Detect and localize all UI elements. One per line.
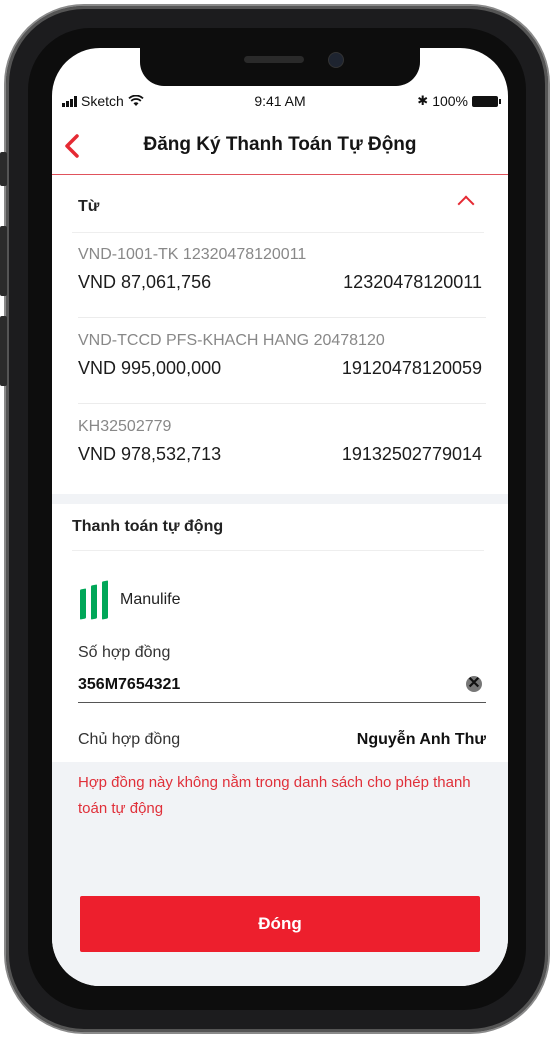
account-balance: VND 87,061,756	[78, 272, 212, 292]
auto-pay-title: Thanh toán tự động	[72, 518, 224, 535]
error-message: Hợp đồng này không nằm trong danh sách c…	[78, 774, 471, 817]
divider	[72, 550, 484, 551]
page-title: Đăng Ký Thanh Toán Tự Động	[143, 134, 417, 155]
volume-up-button	[0, 226, 7, 296]
contract-number-field[interactable]: 356M7654321 ✕	[78, 676, 486, 703]
account-name: VND-1001-TK 12320478120011	[78, 246, 307, 263]
volume-down-button	[0, 316, 7, 386]
nav-bar: Đăng Ký Thanh Toán Tự Động	[52, 120, 508, 175]
speaker	[244, 56, 304, 63]
from-label: Từ	[78, 198, 100, 215]
battery-label: 100%	[432, 93, 468, 109]
notch	[140, 48, 420, 86]
provider-row: Manulife	[80, 580, 180, 620]
from-header[interactable]: Từ	[72, 176, 484, 233]
mute-switch	[0, 152, 7, 186]
account-balance: VND 978,532,713	[78, 444, 222, 464]
screen: Sketch 9:41 AM ✱ 100% Đăng Ký Thanh Toán…	[52, 48, 508, 986]
manulife-logo-icon	[80, 580, 108, 620]
battery-icon	[472, 95, 501, 107]
close-button[interactable]: Đóng	[80, 896, 480, 952]
camera	[328, 52, 344, 68]
account-number: 19120478120059	[341, 358, 482, 378]
account-number: 12320478120011	[343, 272, 482, 292]
section-divider	[52, 494, 508, 504]
account-item[interactable]: VND-1001-TK 12320478120011 VND 87,061,75…	[78, 232, 486, 318]
error-panel: Hợp đồng này không nằm trong danh sách c…	[52, 762, 508, 986]
contract-holder-value: Nguyễn Anh Thư	[356, 731, 486, 748]
account-balance: VND 995,000,000	[78, 358, 222, 378]
contract-number-value: 356M7654321	[78, 676, 181, 693]
account-name: KH32502779	[78, 418, 172, 435]
account-name: VND-TCCD PFS-KHACH HANG 20478120	[78, 332, 385, 349]
account-item[interactable]: VND-TCCD PFS-KHACH HANG 20478120 VND 995…	[78, 318, 486, 404]
contract-number-label: Số hợp đồng	[78, 644, 171, 661]
bluetooth-icon: ✱	[417, 93, 429, 108]
chevron-up-icon[interactable]	[457, 195, 475, 213]
status-right: ✱ 100%	[417, 93, 501, 109]
account-item[interactable]: KH32502779 VND 978,532,713 1913250277901…	[78, 404, 486, 490]
clear-icon[interactable]: ✕	[466, 676, 482, 692]
provider-name: Manulife	[120, 591, 181, 608]
status-bar: Sketch 9:41 AM ✱ 100%	[52, 90, 508, 114]
contract-holder-label: Chủ hợp đồng	[78, 731, 181, 748]
account-number: 19132502779014	[341, 444, 482, 464]
